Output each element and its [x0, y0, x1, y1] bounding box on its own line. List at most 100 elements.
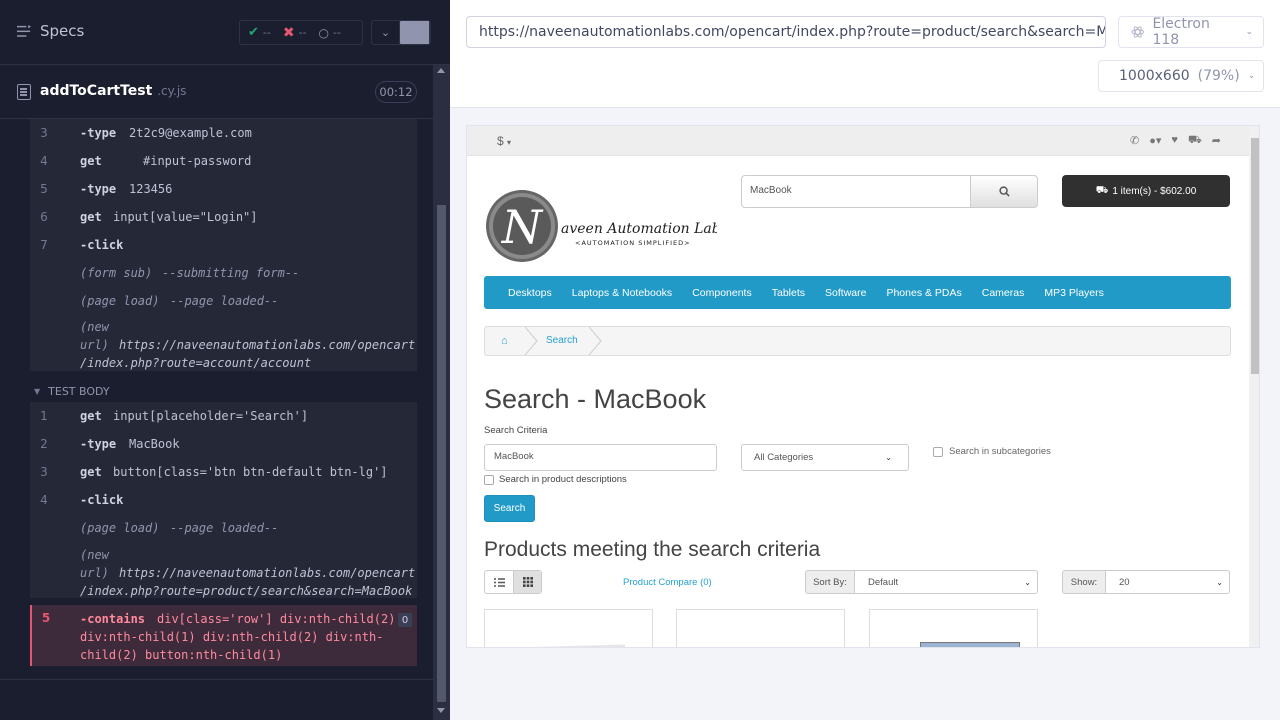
- new-url-row[interactable]: (new url) https://naveenautomationlabs.c…: [30, 315, 417, 371]
- chevron-down-icon: ⌄: [1245, 27, 1253, 37]
- command-row[interactable]: 4 get #input-password: [30, 147, 417, 175]
- reporter-header: Specs ✔ -- ✖ -- ○ -- ⌄: [0, 0, 450, 65]
- checkbox[interactable]: [933, 446, 943, 457]
- chevron-down-icon: ⌄: [1216, 577, 1223, 587]
- new-url-row[interactable]: (new url) https://naveenautomationlabs.c…: [30, 542, 417, 598]
- descriptions-checkbox[interactable]: Search in product descriptions: [484, 474, 627, 485]
- menu-item-phones[interactable]: Phones & PDAs: [876, 287, 971, 299]
- scrollbar-thumb[interactable]: [437, 205, 446, 702]
- expand-button[interactable]: ⌄: [372, 21, 400, 44]
- currency-dropdown[interactable]: $ ▾: [497, 134, 511, 148]
- scroll-up-icon[interactable]: [437, 68, 445, 73]
- view-toggle: [484, 570, 542, 594]
- breadcrumb-search-link[interactable]: Search: [546, 335, 578, 346]
- viewport-info[interactable]: 1000x660 (79%) ⌄: [1098, 60, 1264, 92]
- spec-header: addToCartTest .cy.js 00:12: [0, 66, 433, 119]
- menu-item-components[interactable]: Components: [682, 287, 762, 299]
- list-icon: [493, 577, 505, 587]
- caret-down-icon: ▾: [507, 138, 512, 147]
- breadcrumb: ⌂ Search: [484, 326, 1231, 356]
- browser-selector[interactable]: Electron 118 ⌄: [1118, 16, 1264, 48]
- command-row[interactable]: 1 get input[placeholder='Search']: [30, 402, 417, 430]
- user-icon[interactable]: ●▾: [1149, 134, 1161, 148]
- command-row[interactable]: 6 get input[value="Login"]: [30, 203, 417, 231]
- main-menu: Desktops Laptops & Notebooks Components …: [484, 276, 1231, 309]
- menu-item-cameras[interactable]: Cameras: [972, 287, 1035, 299]
- search-criteria-label: Search Criteria: [484, 425, 548, 436]
- aut-url-field[interactable]: https://naveenautomationlabs.com/opencar…: [466, 16, 1106, 48]
- command-log-panel: Specs ✔ -- ✖ -- ○ -- ⌄ addToCartTest .cy.js…: [0, 0, 450, 720]
- iframe-scrollbar-thumb[interactable]: [1251, 138, 1259, 374]
- element-count-badge: 0: [398, 613, 412, 627]
- duration-badge: 00:12: [375, 81, 417, 103]
- grid-view-button[interactable]: [513, 571, 541, 593]
- menu-item-laptops[interactable]: Laptops & Notebooks: [562, 287, 682, 299]
- cart-icon: ⛟: [1095, 184, 1109, 196]
- event-row[interactable]: (page load) --page loaded--: [30, 514, 417, 542]
- checkbox[interactable]: [484, 474, 494, 485]
- logo-tagline: <AUTOMATION SIMPLIFIED>: [575, 239, 691, 247]
- command-row[interactable]: 3 get button[class='btn btn-default btn-…: [30, 458, 417, 486]
- cart-icon[interactable]: ⛟: [1188, 134, 1202, 148]
- grid-icon: [522, 577, 533, 587]
- menu-item-mp3[interactable]: MP3 Players: [1034, 287, 1114, 299]
- chevron-down-icon: ⌄: [885, 453, 892, 462]
- command-row[interactable]: 5 -type 123456: [30, 175, 417, 203]
- scroll-down-icon[interactable]: [437, 708, 445, 713]
- run-controls: ⌄: [371, 20, 431, 45]
- top-links: ✆ ●▾ ♥ ⛟ ➦: [1130, 134, 1221, 148]
- phone-icon[interactable]: ✆: [1130, 134, 1139, 148]
- share-icon[interactable]: ➦: [1212, 134, 1221, 148]
- stop-button[interactable]: [400, 21, 430, 44]
- menu-item-tablets[interactable]: Tablets: [762, 287, 815, 299]
- command-row[interactable]: 7 -click: [30, 231, 417, 259]
- event-row[interactable]: (page load) --page loaded--: [30, 287, 417, 315]
- logo-letter: N: [501, 200, 544, 254]
- heart-icon[interactable]: ♥: [1171, 134, 1178, 148]
- breadcrumb-separator: [589, 327, 602, 355]
- aut-header: https://naveenautomationlabs.com/opencar…: [450, 0, 1280, 108]
- spec-name[interactable]: addToCartTest .cy.js: [40, 83, 186, 99]
- test-body-section[interactable]: ▼ TEST BODY: [30, 381, 417, 401]
- search-submit-button[interactable]: Search: [484, 495, 535, 522]
- caret-down-icon: ▼: [34, 386, 41, 396]
- product-image: [514, 644, 626, 647]
- header-search: MacBook: [741, 175, 1038, 208]
- site-logo[interactable]: N aveen Automation Labs <AUTOMATION SIMP…: [485, 188, 728, 264]
- breadcrumb-separator: [525, 327, 538, 355]
- top-bar: $ ▾ ✆ ●▾ ♥ ⛟ ➦: [467, 126, 1249, 156]
- subcategories-checkbox[interactable]: Search in subcategories: [933, 446, 1051, 457]
- command-row[interactable]: 3 -type 2t2c9@example.com: [30, 119, 417, 147]
- search-button[interactable]: [970, 175, 1038, 208]
- command-row[interactable]: 2 -type MacBook: [30, 430, 417, 458]
- opencart-page: $ ▾ ✆ ●▾ ♥ ⛟ ➦ N aveen Automation Labs <…: [467, 126, 1249, 647]
- chevron-down-icon: ⌄: [1024, 577, 1031, 587]
- event-row[interactable]: (form sub) --submitting form--: [30, 259, 417, 287]
- app-under-test-panel: https://naveenautomationlabs.com/opencar…: [450, 0, 1280, 720]
- specs-list-icon: [17, 24, 32, 37]
- products-heading: Products meeting the search criteria: [484, 538, 821, 561]
- failed-command-row[interactable]: 5 -contains div[class='row'] div:nth-chi…: [30, 605, 417, 666]
- menu-item-software[interactable]: Software: [815, 287, 876, 299]
- cart-button[interactable]: ⛟ 1 item(s) - $602.00: [1062, 175, 1230, 207]
- passed-stat: ✔ --: [248, 25, 271, 40]
- pending-stat: ○ --: [318, 25, 341, 40]
- home-icon[interactable]: ⌂: [501, 335, 508, 347]
- product-image: [920, 642, 1020, 647]
- category-select[interactable]: All Categories ⌄: [741, 444, 909, 471]
- chevron-down-icon: ⌄: [380, 26, 391, 39]
- product-card[interactable]: [484, 609, 653, 647]
- limit-select[interactable]: 20 ⌄: [1105, 570, 1230, 594]
- product-card[interactable]: [676, 609, 845, 647]
- sort-select[interactable]: Default ⌄: [854, 570, 1038, 594]
- divider: [0, 679, 433, 680]
- specs-button[interactable]: Specs: [17, 22, 84, 40]
- search-criteria-input[interactable]: MacBook: [484, 444, 717, 471]
- list-view-button[interactable]: [485, 571, 513, 593]
- command-row[interactable]: 4 -click: [30, 486, 417, 514]
- menu-item-desktops[interactable]: Desktops: [498, 287, 562, 299]
- product-compare-link[interactable]: Product Compare (0): [623, 577, 712, 588]
- search-input[interactable]: MacBook: [741, 175, 971, 208]
- product-card[interactable]: [869, 609, 1038, 647]
- electron-icon: [1131, 26, 1144, 38]
